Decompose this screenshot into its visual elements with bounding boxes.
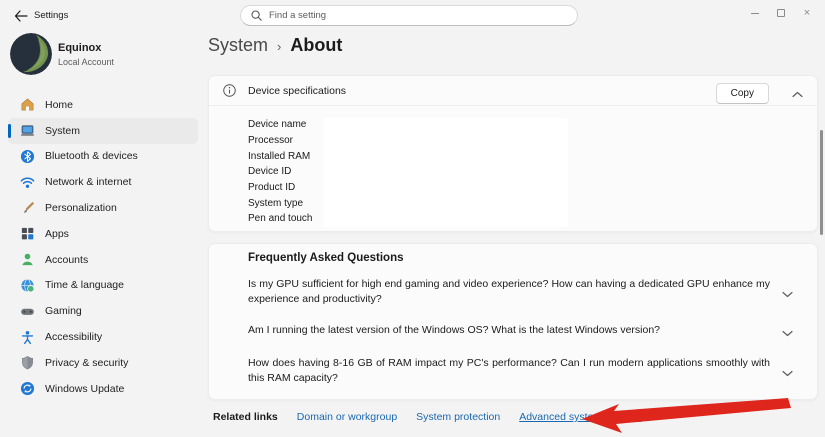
person-icon: [19, 252, 35, 268]
sidebar-item-privacy[interactable]: Privacy & security: [8, 350, 198, 376]
chevron-down-icon[interactable]: [782, 364, 793, 382]
sidebar-item-label: Home: [45, 99, 73, 111]
brush-icon: [19, 200, 35, 216]
copy-button[interactable]: Copy: [716, 83, 769, 104]
controller-icon: [19, 303, 35, 319]
window-controls: ×: [742, 4, 820, 22]
info-icon: [223, 84, 236, 102]
minimize-icon: [751, 13, 759, 14]
link-advanced-system-settings[interactable]: Advanced system settings: [519, 411, 641, 423]
faq-question-windows-version[interactable]: Am I running the latest version of the W…: [248, 323, 770, 338]
sidebar-item-time-language[interactable]: Time & language: [8, 273, 198, 299]
spec-label-device-name: Device name: [248, 117, 313, 133]
faq-card: Frequently Asked Questions Is my GPU suf…: [208, 243, 818, 400]
sidebar-item-label: Network & internet: [45, 176, 131, 188]
spec-label-device-id: Device ID: [248, 164, 313, 180]
breadcrumb-separator-icon: ›: [277, 37, 281, 54]
related-links-title: Related links: [213, 411, 278, 423]
sidebar-item-label: Apps: [45, 228, 69, 240]
minimize-button[interactable]: [742, 4, 768, 22]
sidebar-item-accessibility[interactable]: Accessibility: [8, 324, 198, 350]
page-title: About: [290, 35, 342, 56]
sidebar-item-label: Privacy & security: [45, 357, 128, 369]
sidebar-item-label: Accessibility: [45, 331, 102, 343]
sidebar-item-label: Bluetooth & devices: [45, 150, 138, 162]
spec-label-pen-touch: Pen and touch: [248, 211, 313, 227]
device-specifications-title: Device specifications: [248, 85, 346, 97]
sidebar-item-windows-update[interactable]: Windows Update: [8, 376, 198, 402]
maximize-icon: [777, 9, 785, 17]
chevron-up-icon[interactable]: [792, 85, 803, 103]
faq-title: Frequently Asked Questions: [248, 252, 404, 264]
user-account-type: Local Account: [58, 57, 114, 67]
update-icon: [19, 381, 35, 397]
avatar[interactable]: [10, 33, 52, 75]
accessibility-icon: [19, 329, 35, 345]
selected-accent-bar: [8, 124, 11, 138]
faq-question-gpu[interactable]: Is my GPU sufficient for high end gaming…: [248, 277, 770, 307]
bluetooth-icon: [19, 148, 35, 164]
sidebar-item-system[interactable]: System: [8, 118, 198, 144]
sidebar-item-label: Personalization: [45, 202, 117, 214]
search-icon: [251, 10, 262, 21]
sidebar-item-gaming[interactable]: Gaming: [8, 298, 198, 324]
close-icon: ×: [804, 7, 810, 19]
breadcrumb: System › About: [208, 35, 342, 56]
globe-icon: [19, 277, 35, 293]
close-button[interactable]: ×: [794, 4, 820, 22]
maximize-button[interactable]: [768, 4, 794, 22]
device-specifications-card: Device specifications Copy Device name P…: [208, 75, 818, 232]
chevron-down-icon[interactable]: [782, 285, 793, 303]
sidebar-item-label: Accounts: [45, 254, 88, 266]
sidebar-item-accounts[interactable]: Accounts: [8, 247, 198, 273]
spec-labels: Device name Processor Installed RAM Devi…: [248, 117, 313, 227]
chevron-down-icon[interactable]: [782, 324, 793, 342]
faq-question-ram[interactable]: How does having 8-16 GB of RAM impact my…: [248, 356, 770, 386]
related-links: Related links Domain or workgroup System…: [213, 411, 641, 423]
sidebar-item-label: Gaming: [45, 305, 82, 317]
redacted-values-area: [323, 118, 568, 227]
device-specifications-header[interactable]: Device specifications Copy: [209, 76, 817, 105]
spec-label-processor: Processor: [248, 133, 313, 149]
search-input[interactable]: [269, 10, 567, 21]
sidebar: Home System Bluetooth & devices Network …: [8, 92, 198, 402]
link-system-protection[interactable]: System protection: [416, 411, 500, 423]
shield-icon: [19, 355, 35, 371]
sidebar-item-label: Windows Update: [45, 383, 124, 395]
back-button[interactable]: [12, 7, 30, 25]
sidebar-item-network[interactable]: Network & internet: [8, 169, 198, 195]
app-title: Settings: [34, 10, 68, 21]
sidebar-item-label: Time & language: [45, 279, 124, 291]
system-icon: [19, 123, 35, 139]
user-name: Equinox: [58, 42, 101, 54]
scrollbar[interactable]: [820, 130, 823, 235]
spec-label-product-id: Product ID: [248, 180, 313, 196]
home-icon: [19, 97, 35, 113]
wifi-icon: [19, 174, 35, 190]
sidebar-item-bluetooth[interactable]: Bluetooth & devices: [8, 144, 198, 170]
link-domain-or-workgroup[interactable]: Domain or workgroup: [297, 411, 397, 423]
sidebar-item-label: System: [45, 125, 80, 137]
sidebar-item-personalization[interactable]: Personalization: [8, 195, 198, 221]
sidebar-item-home[interactable]: Home: [8, 92, 198, 118]
back-arrow-icon: [14, 10, 28, 22]
breadcrumb-parent[interactable]: System: [208, 35, 268, 56]
search-box[interactable]: [240, 5, 578, 26]
apps-icon: [19, 226, 35, 242]
sidebar-item-apps[interactable]: Apps: [8, 221, 198, 247]
divider: [209, 105, 817, 106]
spec-label-system-type: System type: [248, 195, 313, 211]
spec-label-installed-ram: Installed RAM: [248, 148, 313, 164]
settings-window: Settings × Equinox Local Account Home: [0, 0, 825, 437]
